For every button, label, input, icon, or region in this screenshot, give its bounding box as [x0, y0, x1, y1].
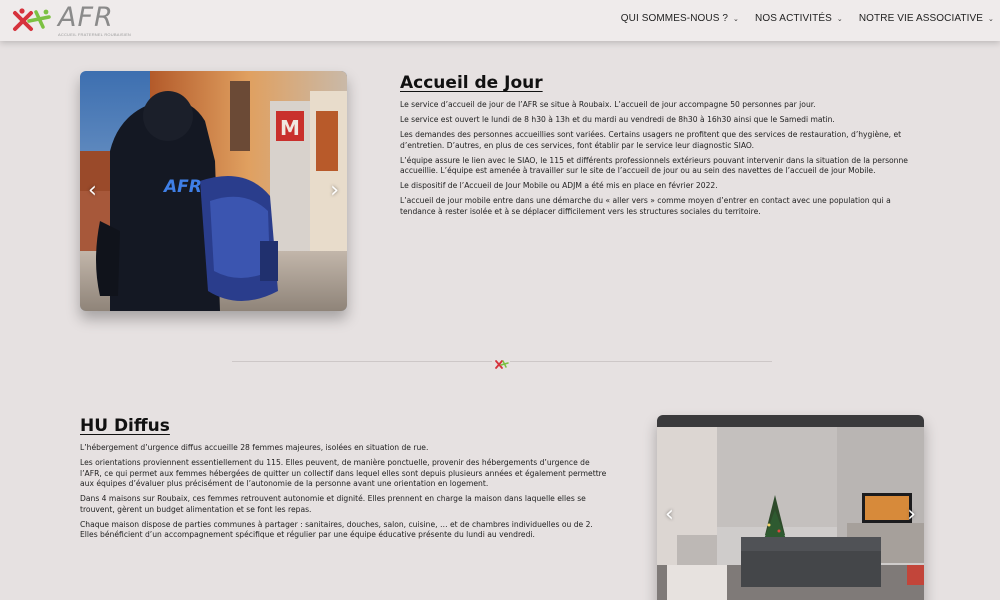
logo-tagline: ACCUEIL FRATERNEL ROUBAISIEN	[58, 32, 132, 37]
afr-logo-icon	[13, 8, 51, 31]
paragraph: Le dispositif de l’Accueil de Jour Mobil…	[400, 181, 718, 191]
main-nav: QUI SOMMES-NOUS ? ⌄ NOS ACTIVITÉS ⌄ NOTR…	[621, 13, 994, 24]
carousel-next-button[interactable]: ›	[907, 504, 916, 526]
carousel-next-button[interactable]: ›	[330, 180, 339, 202]
paragraph: Chaque maison dispose de parties commune…	[80, 519, 593, 540]
jacket-afr-text: AFR	[164, 177, 202, 197]
nav-label: NOTRE VIE ASSOCIATIVE	[858, 13, 984, 24]
paragraph: L’accueil de jour mobile entre dans une …	[400, 196, 891, 216]
paragraph: L’hébergement d’urgence diffus accueille…	[80, 443, 429, 452]
site-logo[interactable]: AFR ACCUEIL FRATERNEL ROUBAISIEN	[12, 2, 132, 38]
section-title-accueil-de-jour: Accueil de Jour	[400, 73, 543, 93]
paragraph: Les demandes des personnes accueillies s…	[400, 130, 902, 150]
paragraph: Dans 4 maisons sur Roubaix, ces femmes r…	[80, 494, 586, 514]
accueil-de-jour-carousel: M AFR ‹ ›	[80, 71, 347, 311]
street-scene-image: M	[80, 71, 347, 311]
afr-mark-icon	[495, 360, 509, 369]
section-title-hu-diffus: HU Diffus	[80, 416, 170, 436]
chevron-down-icon: ⌄	[988, 15, 994, 23]
carousel-prev-button[interactable]: ‹	[665, 504, 674, 526]
paragraph: Les orientations proviennent essentielle…	[80, 458, 607, 489]
paragraph: L’équipe assure le lien avec le SIAO, le…	[400, 155, 908, 176]
chevron-down-icon: ⌄	[836, 15, 843, 23]
paragraph: Le service d’accueil de jour de l’AFR se…	[400, 100, 816, 109]
divider-logo-mark	[492, 355, 510, 369]
nav-notre-vie-associative[interactable]: NOTRE VIE ASSOCIATIVE ⌄	[859, 13, 994, 24]
nav-label: NOS ACTIVITÉS	[755, 13, 832, 24]
living-room-image	[657, 415, 924, 600]
logo-text: AFR	[58, 2, 114, 33]
nav-nos-activites[interactable]: NOS ACTIVITÉS ⌄	[755, 13, 843, 24]
nav-qui-sommes-nous[interactable]: QUI SOMMES-NOUS ? ⌄	[621, 13, 739, 24]
chevron-down-icon: ⌄	[733, 15, 740, 23]
hu-diffus-carousel: ‹ ›	[657, 415, 924, 600]
site-header: AFR ACCUEIL FRATERNEL ROUBAISIEN QUI SOM…	[0, 0, 1000, 41]
nav-label: QUI SOMMES-NOUS ?	[620, 13, 729, 24]
section-body-accueil-de-jour: Le service d’accueil de jour de l’AFR se…	[400, 100, 926, 222]
section-body-hu-diffus: L’hébergement d’urgence diffus accueille…	[80, 443, 608, 545]
svg-text:M: M	[280, 116, 300, 140]
paragraph: Le service est ouvert le lundi de 8 h30 …	[400, 115, 835, 125]
carousel-prev-button[interactable]: ‹	[88, 180, 97, 202]
